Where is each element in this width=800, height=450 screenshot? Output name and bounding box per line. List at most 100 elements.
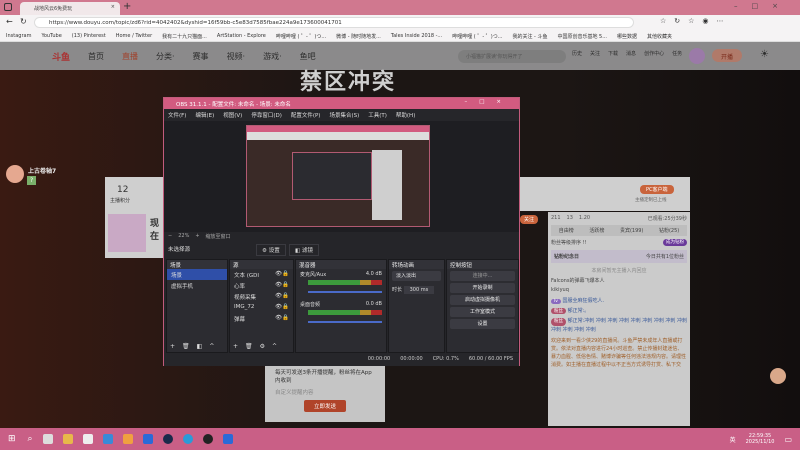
- notifications-icon[interactable]: ▭: [784, 435, 792, 444]
- source-settings-button[interactable]: ⚙ 设置: [256, 244, 286, 256]
- virtual-camera-button[interactable]: 启动虚拟摄像机: [450, 295, 515, 305]
- tasks-button[interactable]: 任务: [672, 50, 682, 57]
- tab-free[interactable]: 自由榜: [559, 227, 574, 234]
- obs-preview-area[interactable]: [164, 121, 519, 232]
- become-fan-button[interactable]: 成为钻粉: [663, 239, 687, 246]
- reload-icon[interactable]: ↻: [20, 17, 27, 26]
- source-item[interactable]: 心率 👁🔒: [230, 280, 293, 291]
- close-tab-icon[interactable]: ×: [111, 4, 115, 10]
- steam-icon[interactable]: [162, 434, 173, 444]
- history-button[interactable]: 历史: [572, 50, 582, 57]
- obs-window-controls[interactable]: –□×: [464, 99, 513, 105]
- transition-select[interactable]: 淡入淡出: [392, 271, 441, 281]
- bookmark[interactable]: ArtStation - Explore: [217, 33, 266, 41]
- bookmark[interactable]: 哔哩哔哩 ( ゜- ゜)つ...: [276, 33, 326, 41]
- search-input[interactable]: 小福猫扩展读'你玩得开了: [458, 50, 566, 63]
- file-explorer-icon[interactable]: [62, 434, 73, 444]
- scene-item[interactable]: 虚拟手机: [167, 280, 227, 291]
- source-item[interactable]: 弹幕 👁🔒: [230, 313, 293, 324]
- nav-video[interactable]: 视频·: [227, 51, 246, 62]
- start-recording-button[interactable]: 开始录制: [450, 283, 515, 293]
- bookmark[interactable]: Tales Inside 2018 -...: [391, 33, 442, 41]
- mail-icon[interactable]: [102, 434, 113, 444]
- bookmark[interactable]: 我的关注 - 斗鱼: [512, 33, 547, 41]
- nav-home[interactable]: 首页: [88, 51, 104, 62]
- reminder-input[interactable]: 自定义提醒内容: [275, 388, 375, 396]
- bookmark[interactable]: 哪些数据: [617, 33, 637, 41]
- source-item[interactable]: 文本 (GDI 👁🔒: [230, 269, 293, 280]
- menu-help[interactable]: 帮助(H): [396, 111, 415, 121]
- studio-mode-button[interactable]: 工作室模式: [450, 307, 515, 317]
- nav-live[interactable]: 直播: [122, 51, 138, 62]
- browser-tab[interactable]: 战地风云6免费玩 ×: [20, 2, 120, 15]
- window-controls[interactable]: –□×: [734, 2, 792, 10]
- start-icon[interactable]: ⊞: [8, 434, 16, 444]
- bookmark[interactable]: 微博 - 随时随地发...: [336, 33, 381, 41]
- app-icon[interactable]: [222, 434, 233, 444]
- go-live-button[interactable]: 开播: [712, 49, 742, 62]
- follow-button[interactable]: 关注: [520, 215, 539, 224]
- menu-view[interactable]: 视图(V): [223, 111, 242, 121]
- start-streaming-button[interactable]: 连接中...: [450, 271, 515, 281]
- duration-input[interactable]: 300 ms: [403, 286, 435, 294]
- tab-active[interactable]: 活跃榜: [589, 227, 604, 234]
- rank-user[interactable]: kikiyuq: [551, 287, 687, 293]
- creator-center-button[interactable]: 创作中心: [644, 50, 664, 57]
- theme-icon[interactable]: ☀: [760, 49, 769, 60]
- menu-edit[interactable]: 编辑(E): [195, 111, 214, 121]
- source-filters-button[interactable]: ◧ 滤镜: [289, 244, 319, 256]
- source-item[interactable]: IMG_72 👁🔒: [230, 302, 293, 313]
- edge-icon[interactable]: [182, 434, 193, 444]
- app-icon[interactable]: [142, 434, 153, 444]
- tab-vip[interactable]: 贵宾(199): [620, 227, 643, 234]
- source-toolbar-buttons[interactable]: +🗑⚙^: [233, 343, 284, 350]
- scene-toolbar[interactable]: +🗑◧^: [170, 343, 221, 350]
- tab-actions-icon[interactable]: [4, 3, 12, 11]
- app-icon[interactable]: [122, 434, 133, 444]
- search-icon[interactable]: ⌕: [28, 434, 33, 444]
- settings-button[interactable]: 设置: [450, 319, 515, 329]
- volume-slider[interactable]: [308, 321, 382, 323]
- bookmark[interactable]: 中国原创音乐基地 5...: [557, 33, 607, 41]
- store-icon[interactable]: [82, 434, 93, 444]
- nav-esports[interactable]: 赛事: [193, 51, 209, 62]
- tab-diamond[interactable]: 钻粉(25): [659, 227, 679, 234]
- follow-button[interactable]: 关注: [590, 50, 600, 57]
- send-now-button[interactable]: 立即发送: [304, 400, 346, 412]
- bookmark[interactable]: Home / Twitter: [116, 33, 152, 41]
- bookmark[interactable]: YouTube: [41, 33, 61, 41]
- bookmark[interactable]: 哔哩哔哩 ( ゜- ゜)つ...: [452, 33, 502, 41]
- menu-file[interactable]: 文件(F): [168, 111, 186, 121]
- avatar[interactable]: [689, 48, 705, 64]
- floating-avatar[interactable]: [770, 368, 786, 384]
- bookmark[interactable]: 我有二十九只猫面...: [162, 33, 207, 41]
- menu-tools[interactable]: 工具(T): [368, 111, 387, 121]
- ime-indicator[interactable]: 英: [730, 435, 736, 444]
- new-tab-icon[interactable]: +: [123, 1, 131, 12]
- zoom-mode-select[interactable]: 缩放至窗口: [206, 233, 231, 240]
- zoom-in-button[interactable]: +: [195, 233, 199, 240]
- scene-item[interactable]: 场景: [167, 269, 227, 280]
- zoom-out-button[interactable]: −: [168, 233, 172, 240]
- obs-icon[interactable]: [202, 434, 213, 444]
- bookmark[interactable]: Instagram: [6, 33, 31, 41]
- douyu-logo[interactable]: 斗鱼: [52, 50, 70, 63]
- rank-user[interactable]: Falcons的弹幕飞爆本人: [551, 277, 687, 284]
- nav-category[interactable]: 分类·: [156, 51, 175, 62]
- pc-client-button[interactable]: PC客户端: [640, 185, 674, 194]
- back-icon[interactable]: ←: [6, 17, 13, 26]
- nav-games[interactable]: 游戏·: [263, 51, 282, 62]
- volume-slider[interactable]: [308, 291, 382, 293]
- task-view-icon[interactable]: [42, 434, 53, 444]
- menu-scene-collection[interactable]: 场景集合(S): [329, 111, 359, 121]
- messages-button[interactable]: 消息: [626, 50, 636, 57]
- menu-docks[interactable]: 停靠窗口(D): [251, 111, 282, 121]
- nav-fishbar[interactable]: 鱼吧: [300, 51, 316, 62]
- menu-profile[interactable]: 配置文件(P): [291, 111, 321, 121]
- url-input[interactable]: https://www.douyu.com/topic/zd6?rid=4042…: [34, 17, 634, 28]
- clock[interactable]: 22:59:35 2025/11/10: [746, 433, 775, 445]
- source-item[interactable]: 视频采集 👁🔒: [230, 291, 293, 302]
- download-button[interactable]: 下载: [608, 50, 618, 57]
- bookmark[interactable]: (13) Pinterest: [72, 33, 106, 41]
- browser-toolbar-icons[interactable]: ☆↻☆◉⋯: [660, 17, 732, 25]
